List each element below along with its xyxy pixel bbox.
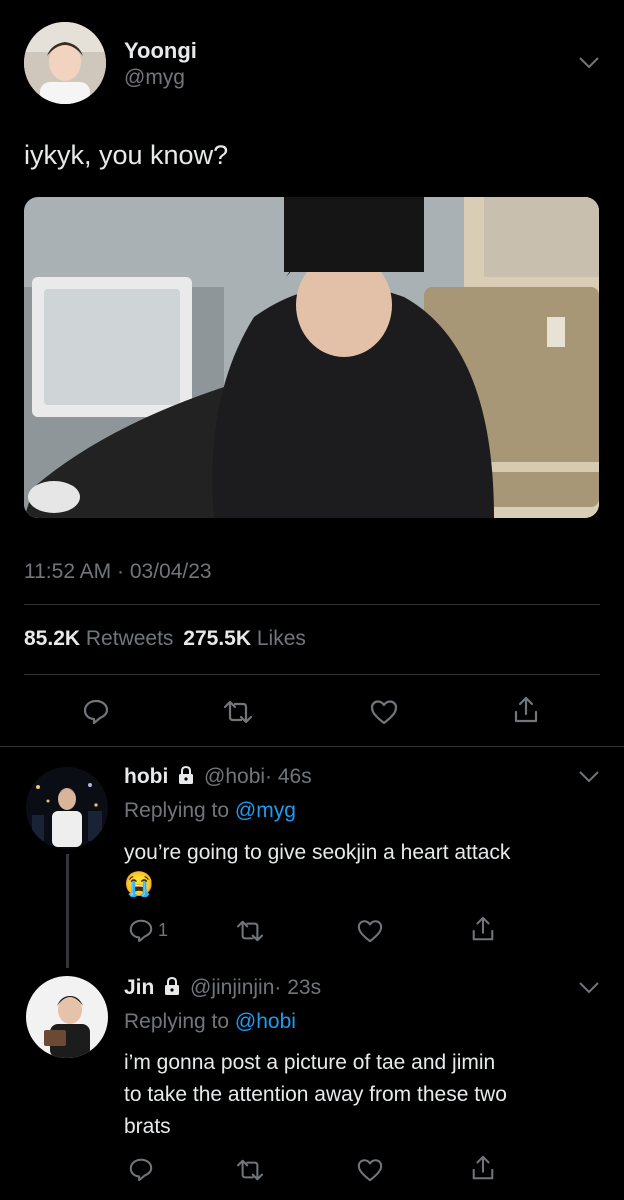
reply-author-name[interactable]: Jin	[124, 976, 154, 999]
replying-to-handle[interactable]: @myg	[235, 799, 296, 822]
reply-header: Jin @jinjinjin· 23s	[124, 976, 321, 1002]
reply-avatar[interactable]	[26, 976, 108, 1058]
reply-text-line: to take the attention away from these tw…	[124, 1083, 507, 1106]
retweets-label[interactable]: Retweets	[86, 627, 174, 650]
author-avatar[interactable]	[24, 22, 106, 104]
like-icon[interactable]	[356, 1157, 384, 1183]
divider	[24, 674, 600, 675]
share-icon[interactable]	[470, 915, 496, 943]
reply-author-name[interactable]: hobi	[124, 765, 168, 788]
reply-age: · 46s	[265, 765, 312, 788]
reply-author-handle[interactable]: @jinjinjin	[190, 976, 274, 999]
reply-text-line: i’m gonna post a picture of tae and jimi…	[124, 1051, 496, 1074]
author-name[interactable]: Yoongi	[124, 38, 197, 64]
tweet-stats: 85.2K Retweets 275.5K Likes	[24, 627, 306, 651]
lock-icon	[163, 976, 181, 1002]
reply-age: · 23s	[274, 976, 322, 999]
reply-icon[interactable]	[128, 1156, 154, 1182]
reply-icon[interactable]	[82, 697, 110, 725]
reply-emoji: 😭	[124, 871, 154, 898]
reply-thread-line	[66, 854, 69, 968]
replying-to: Replying to @hobi	[124, 1010, 296, 1034]
like-icon[interactable]	[356, 918, 384, 944]
like-icon[interactable]	[369, 698, 399, 726]
divider	[0, 746, 624, 747]
retweet-icon[interactable]	[235, 919, 265, 943]
chevron-down-icon[interactable]	[578, 56, 600, 70]
reply-text: i’m gonna post a picture of tae and jimi…	[124, 1047, 507, 1143]
share-icon[interactable]	[512, 695, 540, 725]
reply-text: you’re going to give seokjin a heart att…	[124, 841, 511, 864]
chevron-down-icon[interactable]	[578, 770, 600, 784]
likes-label[interactable]: Likes	[257, 627, 306, 650]
retweet-icon[interactable]	[235, 1158, 265, 1182]
tweet-timestamp[interactable]: 11:52 AM · 03/04/23	[24, 560, 212, 584]
reply-text-line: brats	[124, 1115, 171, 1138]
reply-count: 1	[158, 920, 169, 940]
retweets-count[interactable]: 85.2K	[24, 627, 80, 650]
replying-to-handle[interactable]: @hobi	[235, 1010, 296, 1033]
chevron-down-icon[interactable]	[578, 981, 600, 995]
reply-header: hobi @hobi· 46s	[124, 765, 312, 791]
reply-icon[interactable]	[128, 917, 154, 943]
reply-author-handle[interactable]: @hobi	[204, 765, 265, 788]
share-icon[interactable]	[470, 1154, 496, 1182]
replying-to-label: Replying to	[124, 1010, 230, 1033]
likes-count[interactable]: 275.5K	[183, 627, 251, 650]
author-handle[interactable]: @myg	[124, 66, 185, 90]
tweet-text: iykyk, you know?	[24, 140, 229, 170]
divider	[24, 604, 600, 605]
lock-icon	[177, 765, 195, 791]
retweet-icon[interactable]	[222, 699, 254, 725]
replying-to-label: Replying to	[124, 799, 230, 822]
reply-avatar[interactable]	[26, 767, 108, 849]
tweet-media-image[interactable]	[24, 197, 599, 518]
replying-to: Replying to @myg	[124, 799, 296, 823]
